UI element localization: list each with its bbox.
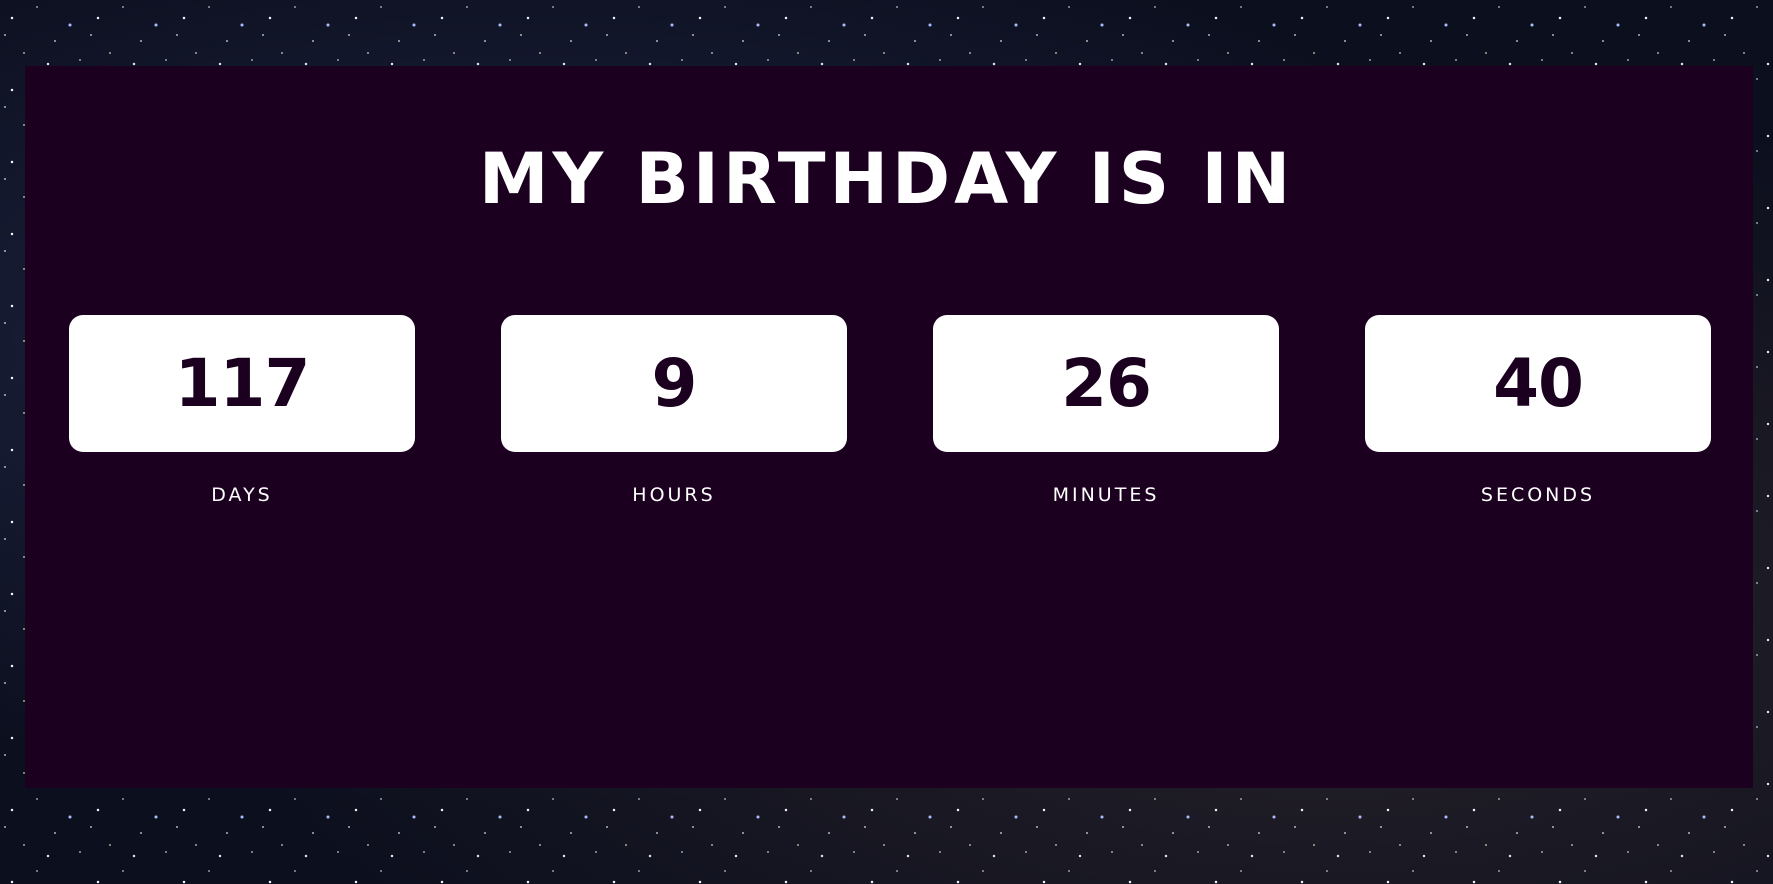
days-value: 117 <box>174 344 311 422</box>
countdown-days: 117 DAYS <box>69 315 415 505</box>
countdown-minutes: 26 MINUTES <box>933 315 1279 505</box>
seconds-label: SECONDS <box>1480 484 1596 506</box>
seconds-value: 40 <box>1493 344 1584 422</box>
seconds-box: 40 <box>1365 315 1711 452</box>
minutes-value: 26 <box>1061 344 1152 422</box>
days-box: 117 <box>69 315 415 452</box>
hours-label: HOURS <box>632 484 716 506</box>
page-title: MY BIRTHDAY IS IN <box>478 138 1295 220</box>
days-label: DAYS <box>211 484 273 506</box>
hours-box: 9 <box>501 315 847 452</box>
minutes-box: 26 <box>933 315 1279 452</box>
countdown-seconds: 40 SECONDS <box>1365 315 1711 505</box>
countdown-hours: 9 HOURS <box>501 315 847 505</box>
hours-value: 9 <box>651 344 698 422</box>
minutes-label: MINUTES <box>1052 484 1160 506</box>
page-background: { "heading": "MY BIRTHDAY IS IN", "count… <box>0 0 1773 884</box>
